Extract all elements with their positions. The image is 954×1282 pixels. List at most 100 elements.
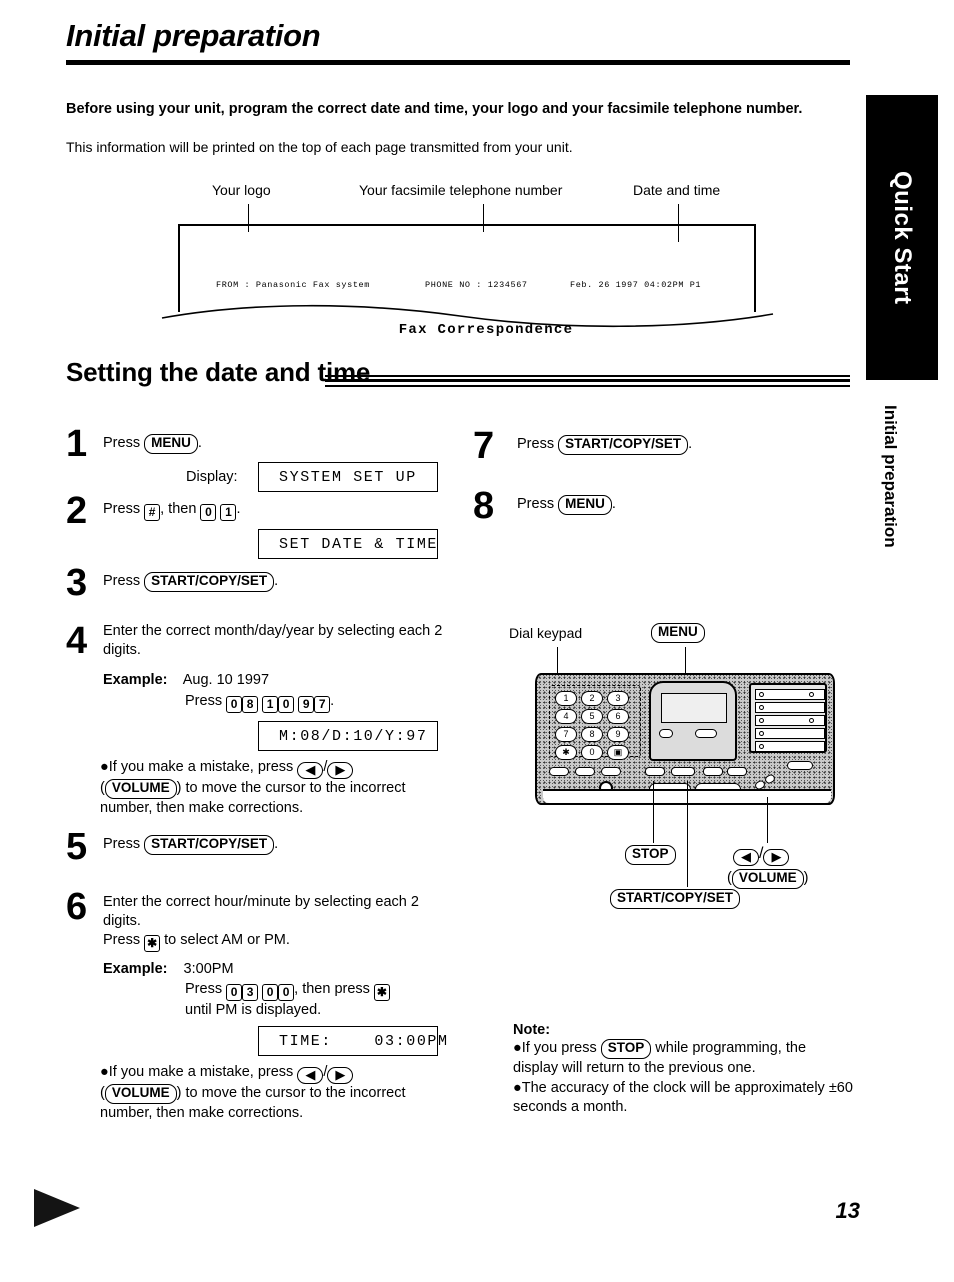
keypad-key-8[interactable]: 8 bbox=[581, 727, 603, 742]
step-8-text: Press MENU. bbox=[517, 495, 616, 515]
star-key-6[interactable]: ✱ bbox=[144, 935, 161, 953]
callout-date-time: Date and time bbox=[633, 182, 721, 198]
right-arrow-key-6[interactable]: ▶ bbox=[327, 1067, 354, 1084]
hash-key[interactable]: # bbox=[144, 504, 161, 521]
speed-dial-row-2[interactable] bbox=[755, 702, 825, 713]
speed-dial-dot-2 bbox=[759, 705, 764, 710]
start-copy-set-key[interactable]: START/COPY/SET bbox=[144, 572, 275, 592]
digit-key-0c[interactable]: 0 bbox=[226, 984, 243, 1001]
left-arrow-key-6[interactable]: ◀ bbox=[297, 1067, 324, 1084]
display-label-1: Display: bbox=[186, 469, 238, 485]
speed-dial-row-1[interactable] bbox=[755, 689, 825, 700]
panel-button-right[interactable] bbox=[787, 761, 813, 770]
keypad-key-3[interactable]: 3 bbox=[607, 691, 629, 706]
side-tab-initial-preparation: Initial preparation bbox=[881, 405, 900, 548]
speed-dial-row-5[interactable] bbox=[755, 741, 825, 752]
left-arrow-key-4[interactable]: ◀ bbox=[297, 762, 324, 779]
speed-dial-row-4[interactable] bbox=[755, 728, 825, 739]
left-arrow-callout-key[interactable]: ◀ bbox=[733, 849, 759, 866]
fax-machine-diagram: Dial keypad MENU 1 2 3 4 5 6 7 8 9 ✱ 0 ▣ bbox=[505, 623, 865, 925]
digit-key-9[interactable]: 9 bbox=[298, 696, 315, 713]
fax-paper-torn-edge bbox=[161, 304, 774, 328]
volume-callout-key[interactable]: VOLUME bbox=[731, 869, 804, 889]
stop-key-note[interactable]: STOP bbox=[600, 1039, 652, 1059]
keypad-key-6[interactable]: 6 bbox=[607, 709, 629, 724]
keypad-key-4[interactable]: 4 bbox=[555, 709, 577, 724]
func-button-1[interactable] bbox=[645, 767, 665, 776]
step-1-press-label: Press bbox=[103, 435, 141, 451]
step-7-text: Press START/COPY/SET. bbox=[517, 435, 692, 455]
speed-dial-dot-6 bbox=[809, 692, 814, 697]
lcd-btn-b[interactable] bbox=[695, 729, 717, 738]
step-5-text: Press START/COPY/SET. bbox=[103, 835, 278, 855]
menu-callout-key[interactable]: MENU bbox=[651, 623, 705, 643]
step-5-press-label: Press bbox=[103, 836, 141, 852]
panel-button-b[interactable] bbox=[575, 767, 595, 776]
star-key-6b[interactable]: ✱ bbox=[373, 984, 390, 1001]
step-5-number: 5 bbox=[66, 826, 88, 868]
step-6-press-label: Press bbox=[185, 981, 223, 997]
panel-button-a[interactable] bbox=[549, 767, 569, 776]
step-4-note-lead: If you make a mistake, press bbox=[108, 759, 294, 775]
step-2-press-label: Press bbox=[103, 501, 141, 517]
note-bullet-2: ● bbox=[513, 1080, 522, 1097]
step-6-example-label: Example: bbox=[103, 961, 168, 977]
digit-key-3[interactable]: 3 bbox=[242, 984, 259, 1001]
keypad-key-0[interactable]: 0 bbox=[581, 745, 603, 760]
right-arrow-callout-key[interactable]: ▶ bbox=[763, 849, 790, 866]
start-copy-set-key-5[interactable]: START/COPY/SET bbox=[144, 835, 275, 855]
step-2-text: Press #, then 0 1. bbox=[103, 500, 240, 521]
title-divider bbox=[66, 60, 850, 65]
step-4-text: Enter the correct month/day/year by sele… bbox=[103, 623, 443, 659]
digit-key-0[interactable]: 0 bbox=[200, 504, 217, 521]
note-item-2: ●The accuracy of the clock will be appro… bbox=[513, 1079, 853, 1118]
keypad-key-7[interactable]: 7 bbox=[555, 727, 577, 742]
digit-key-0b[interactable]: 0 bbox=[278, 696, 295, 713]
step-6-example-value: 3:00PM bbox=[183, 961, 234, 977]
keypad-key-hash[interactable]: ▣ bbox=[607, 745, 629, 760]
step-1-number: 1 bbox=[66, 423, 88, 465]
step-6-star-pre: Press bbox=[103, 932, 141, 949]
start-copy-set-key-7[interactable]: START/COPY/SET bbox=[558, 435, 689, 455]
menu-key[interactable]: MENU bbox=[144, 434, 198, 454]
volume-key-4[interactable]: VOLUME bbox=[104, 779, 177, 799]
volume-callout-close: ) bbox=[803, 870, 809, 886]
func-button-3[interactable] bbox=[703, 767, 723, 776]
note-1-pre: If you press bbox=[521, 1040, 597, 1056]
digit-key-0d[interactable]: 0 bbox=[262, 984, 279, 1001]
note-block: Note: ●If you press STOP while programmi… bbox=[513, 1022, 853, 1118]
right-arrow-key-4[interactable]: ▶ bbox=[327, 762, 354, 779]
step-6-then-press: , then press bbox=[294, 981, 370, 997]
bullet-4: ● bbox=[100, 759, 109, 775]
stop-callout-key[interactable]: STOP bbox=[625, 845, 676, 865]
step-3-period: . bbox=[274, 573, 279, 589]
speed-dial-row-3[interactable] bbox=[755, 715, 825, 726]
keypad-key-1[interactable]: 1 bbox=[555, 691, 577, 706]
volume-key-6[interactable]: VOLUME bbox=[104, 1084, 177, 1104]
start-callout-key[interactable]: START/COPY/SET bbox=[610, 889, 741, 909]
manual-page: Initial preparation Before using your un… bbox=[0, 0, 954, 1282]
step-4-example-label: Example: bbox=[103, 672, 168, 688]
func-button-4[interactable] bbox=[727, 767, 747, 776]
keypad-key-star[interactable]: ✱ bbox=[555, 745, 577, 760]
keypad-key-2[interactable]: 2 bbox=[581, 691, 603, 706]
digit-key-8[interactable]: 8 bbox=[242, 696, 259, 713]
digit-key-7[interactable]: 7 bbox=[314, 696, 331, 713]
lcd-btn-a[interactable] bbox=[659, 729, 673, 738]
digit-key-1a[interactable]: 1 bbox=[262, 696, 279, 713]
panel-button-c[interactable] bbox=[601, 767, 621, 776]
keypad-key-9[interactable]: 9 bbox=[607, 727, 629, 742]
menu-button[interactable] bbox=[671, 767, 695, 776]
digit-key-0a[interactable]: 0 bbox=[226, 696, 243, 713]
lcd-display-system-setup: SYSTEM SET UP bbox=[258, 462, 438, 492]
speed-dial-dot-5 bbox=[759, 744, 764, 749]
digit-key-0e[interactable]: 0 bbox=[278, 984, 295, 1001]
step-4-correction-note: ●If you make a mistake, press ◀ / ▶ (VOLUM… bbox=[100, 758, 450, 818]
menu-key-8[interactable]: MENU bbox=[558, 495, 612, 515]
lcd-panel-zone bbox=[649, 681, 737, 761]
step-6-correction-note: ●If you make a mistake, press ◀ / ▶ (VOLUM… bbox=[100, 1063, 450, 1123]
step-7-number: 7 bbox=[473, 425, 495, 467]
speed-dial-dot-1 bbox=[759, 692, 764, 697]
digit-key-1[interactable]: 1 bbox=[220, 504, 237, 521]
keypad-key-5[interactable]: 5 bbox=[581, 709, 603, 724]
